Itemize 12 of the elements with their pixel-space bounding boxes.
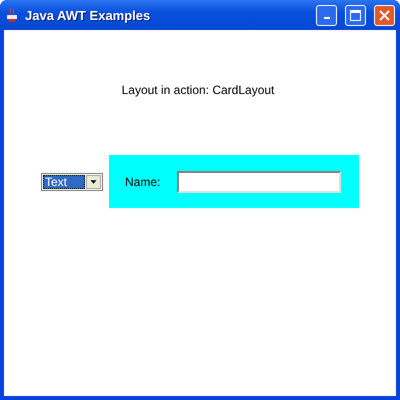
heading: Layout in action: CardLayout xyxy=(122,83,274,97)
name-label: Name: xyxy=(125,174,160,188)
caret-icon xyxy=(86,174,101,188)
maximize-button[interactable] xyxy=(345,4,366,26)
window-title: Java AWT Examples xyxy=(25,8,152,22)
choice-dropdown[interactable]: Text xyxy=(41,172,103,190)
minimize-button[interactable] xyxy=(316,4,337,26)
coffee-cup-icon xyxy=(5,7,19,23)
name-field[interactable] xyxy=(177,170,342,192)
maximize-icon xyxy=(350,10,361,20)
close-icon xyxy=(379,10,390,20)
close-button[interactable] xyxy=(374,4,395,26)
